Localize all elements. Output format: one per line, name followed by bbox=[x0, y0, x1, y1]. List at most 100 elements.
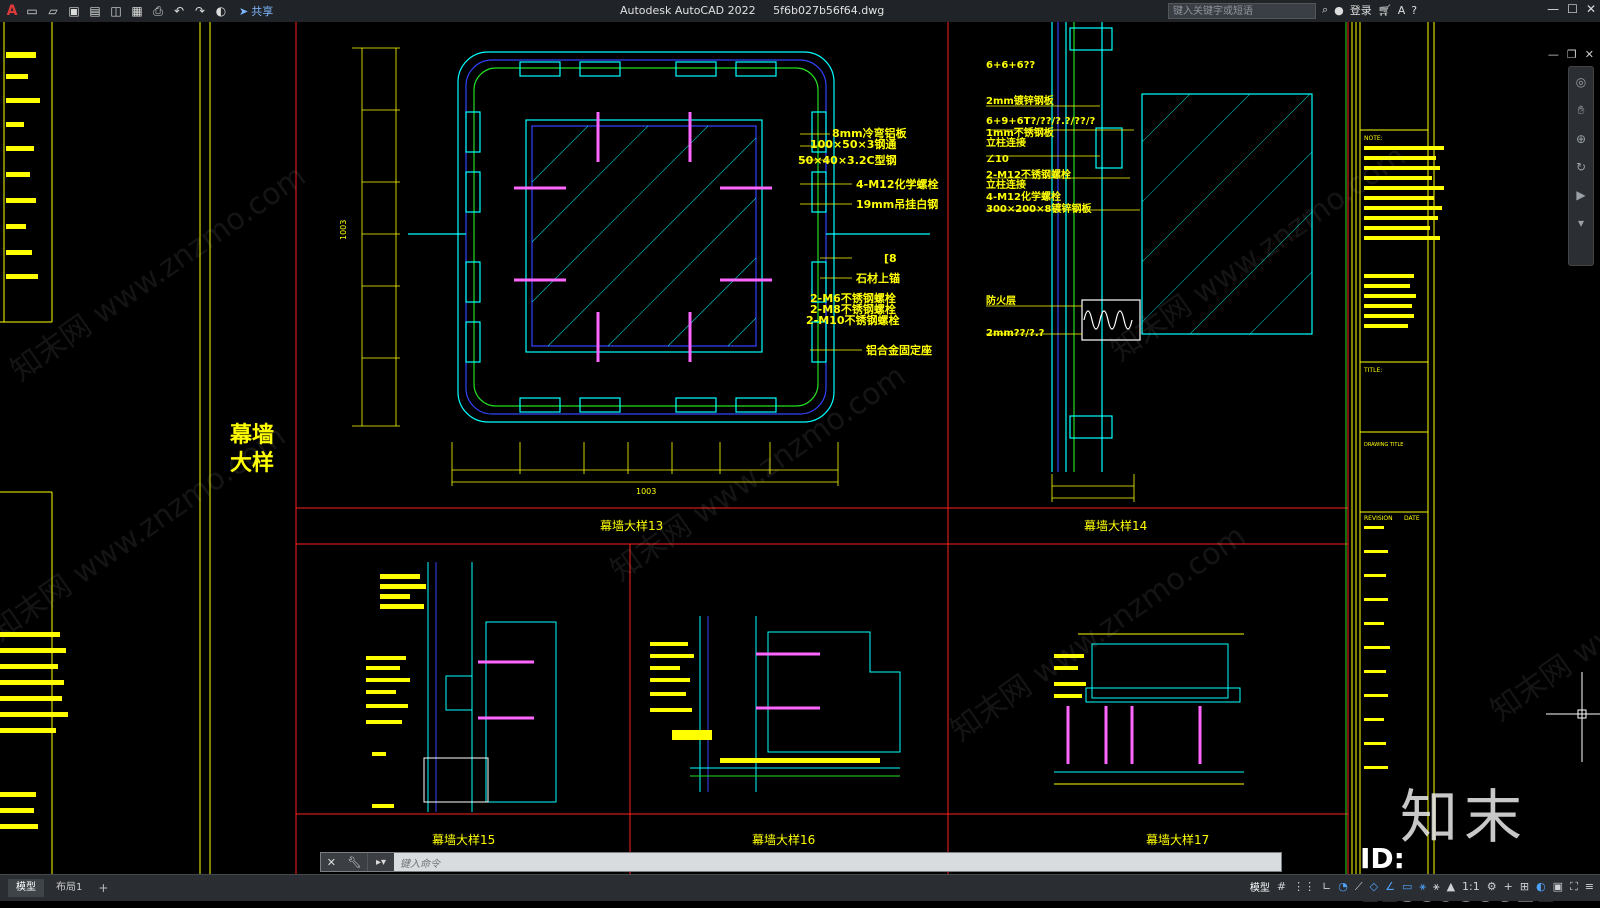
d14-label-1: 2mm镀锌钢板 bbox=[986, 94, 1055, 107]
saveas-icon[interactable]: ▤ bbox=[86, 2, 104, 20]
units-icon[interactable]: ⊞ bbox=[1520, 880, 1529, 893]
d14-label-2: 6+9+6T?/??/?.?/??/? bbox=[986, 116, 1095, 127]
viewport-controls: — ❐ ✕ bbox=[1548, 48, 1594, 61]
share-button[interactable]: ➤ 共享 bbox=[239, 3, 273, 19]
auto-scale-icon[interactable]: ⚹ bbox=[1433, 880, 1440, 894]
open-icon[interactable]: ▱ bbox=[44, 2, 62, 20]
d14-label-9: 300×200×8镀锌钢板 bbox=[986, 202, 1092, 215]
d13-label-1: 100×50×3钢通 bbox=[810, 137, 896, 151]
watermark-text-1: 知末网 www.znzmo.com bbox=[5, 159, 313, 389]
print-icon[interactable]: ⎙ bbox=[149, 2, 167, 20]
window-controls: — ☐ ✕ bbox=[1547, 2, 1596, 16]
redo-icon[interactable]: ↷ bbox=[191, 2, 209, 20]
isolate-icon[interactable]: ◐ bbox=[1536, 880, 1546, 893]
watermark-text-2: 知末网 www.znzmo.com bbox=[0, 419, 292, 649]
command-line[interactable]: ✕ 🔧︎ ▸▾ 键入命令 bbox=[320, 852, 1282, 872]
detail-17-title: 幕墙大样17 bbox=[1146, 832, 1209, 847]
left-strip-text bbox=[0, 52, 68, 829]
scale-value[interactable]: 1:1 bbox=[1462, 880, 1480, 893]
viewport-close-icon[interactable]: ✕ bbox=[1585, 48, 1594, 61]
detail-16-title: 幕墙大样16 bbox=[752, 832, 815, 847]
help-search-input[interactable]: 键入关键字或短语 bbox=[1168, 3, 1316, 19]
hardware-accel-icon[interactable]: ▣ bbox=[1553, 880, 1563, 893]
customize-status-icon[interactable]: ≡ bbox=[1585, 880, 1594, 893]
title-bar: A ▭ ▱ ▣ ▤ ◫ ▦ ⎙ ↶ ↷ ◐ ➤ 共享 Autodesk Auto… bbox=[0, 0, 1600, 23]
tab-layout1[interactable]: 布局1 bbox=[48, 879, 90, 897]
ortho-icon[interactable]: ∟ bbox=[1322, 880, 1331, 893]
close-command-icon[interactable]: ✕ bbox=[327, 856, 336, 869]
detail-14-title: 幕墙大样14 bbox=[1084, 518, 1147, 533]
d14-label-8: 4-M12化学螺栓 bbox=[986, 190, 1061, 203]
annotation-scale-icon[interactable]: ▲ bbox=[1447, 880, 1455, 893]
right-notes-label: NOTE: bbox=[1364, 135, 1383, 142]
grid-icon[interactable]: # bbox=[1277, 880, 1286, 893]
showmotion-icon[interactable]: ▶ bbox=[1576, 188, 1585, 202]
cad-drawing: 幕墙 大样 1003 1003 8mm冷弯铝板 100×50×3钢通 50×40… bbox=[0, 22, 1600, 874]
web-mobile-icon[interactable]: ◫ bbox=[107, 2, 125, 20]
dynamic-ucs-icon[interactable]: ▭ bbox=[1402, 880, 1412, 893]
pan-icon[interactable]: ✋︎ bbox=[1578, 103, 1585, 118]
status-bar: 模型 布局1 + 模型 # ⋮⋮ ∟ ◔ ⟋ ◇ ∠ ▭ ⚹ ⚹ ▲ 1:1 ⚙… bbox=[0, 874, 1600, 901]
watermark-text-6: 知末网 www.znzmo.com bbox=[1485, 499, 1600, 729]
tab-model[interactable]: 模型 bbox=[8, 879, 44, 897]
right-title-label: TITLE: bbox=[1363, 367, 1382, 374]
plot-icon[interactable]: ▦ bbox=[128, 2, 146, 20]
save-icon[interactable]: ▣ bbox=[65, 2, 83, 20]
otrack-icon[interactable]: ∠ bbox=[1385, 880, 1395, 893]
close-icon[interactable]: ✕ bbox=[1586, 2, 1596, 16]
new-icon[interactable]: ▭ bbox=[23, 2, 41, 20]
workspace-gear-icon[interactable]: ⚙ bbox=[1487, 880, 1497, 893]
detail-16-labels bbox=[650, 642, 880, 763]
orbit-icon[interactable]: ↻ bbox=[1576, 160, 1586, 174]
app-name: Autodesk AutoCAD 2022 bbox=[620, 4, 756, 17]
detail-15-section bbox=[423, 562, 557, 812]
help-icon[interactable]: ? bbox=[1411, 4, 1417, 17]
command-input[interactable]: 键入命令 bbox=[394, 855, 440, 870]
layout-tabs: 模型 布局1 + bbox=[8, 879, 112, 897]
d14-label-0: 6+6+6?? bbox=[986, 60, 1035, 71]
user-icon[interactable]: ● bbox=[1334, 4, 1344, 17]
detail-14-labels: 6+6+6?? 2mm镀锌钢板 6+9+6T?/??/?.?/??/? 1mm不… bbox=[986, 60, 1095, 339]
workspace-icon[interactable]: ◐ bbox=[212, 2, 230, 20]
status-tools: 模型 # ⋮⋮ ∟ ◔ ⟋ ◇ ∠ ▭ ⚹ ⚹ ▲ 1:1 ⚙ + ⊞ ◐ ▣ … bbox=[1250, 879, 1594, 895]
snap-icon[interactable]: ⋮⋮ bbox=[1293, 880, 1315, 893]
d14-label-11: 2mm??/?.? bbox=[986, 328, 1045, 339]
search-icon[interactable]: ⌕ bbox=[1322, 3, 1328, 17]
zoom-icon[interactable]: ⊕ bbox=[1576, 132, 1586, 146]
drawing-canvas[interactable]: 幕墙 大样 1003 1003 8mm冷弯铝板 100×50×3钢通 50×40… bbox=[0, 22, 1600, 874]
d13-label-4: 19mm吊挂白钢 bbox=[856, 197, 938, 211]
window-title: Autodesk AutoCAD 2022 5f6b027b56f64.dwg bbox=[620, 4, 898, 17]
command-line-tools: ✕ 🔧︎ bbox=[321, 853, 367, 871]
add-icon[interactable]: + bbox=[1504, 880, 1513, 893]
detail-14-dims bbox=[1051, 474, 1135, 502]
annotation-visibility-icon[interactable]: ⚹ bbox=[1419, 880, 1426, 894]
steering-wheel-icon[interactable]: ◎ bbox=[1576, 75, 1586, 89]
model-space-button[interactable]: 模型 bbox=[1250, 879, 1270, 894]
login-button[interactable]: 登录 bbox=[1350, 2, 1372, 18]
customize-icon[interactable]: 🔧︎ bbox=[347, 856, 361, 869]
detail-15-title: 幕墙大样15 bbox=[432, 832, 495, 847]
recent-commands-icon[interactable]: ▸▾ bbox=[367, 853, 394, 871]
quick-access-toolbar: A ▭ ▱ ▣ ▤ ◫ ▦ ⎙ ↶ ↷ ◐ ➤ 共享 bbox=[4, 2, 274, 20]
autocad-logo-icon[interactable]: A bbox=[4, 2, 20, 20]
undo-icon[interactable]: ↶ bbox=[170, 2, 188, 20]
autodesk-app-icon[interactable]: A bbox=[1398, 4, 1406, 17]
detail-13-total-height: 1003 bbox=[339, 220, 348, 240]
right-date-label: DATE bbox=[1404, 515, 1420, 522]
add-layout-button[interactable]: + bbox=[94, 881, 112, 895]
isodraft-icon[interactable]: ⟋ bbox=[1355, 880, 1363, 894]
maximize-icon[interactable]: ☐ bbox=[1567, 2, 1578, 16]
d14-label-7: 立柱连接 bbox=[986, 178, 1026, 191]
minimize-icon[interactable]: — bbox=[1547, 2, 1559, 16]
cart-icon[interactable]: 🛒︎ bbox=[1378, 4, 1392, 17]
viewport-minimize-icon[interactable]: — bbox=[1548, 48, 1559, 61]
d13-label-5: [8 bbox=[884, 252, 897, 265]
share-label: 共享 bbox=[251, 5, 274, 18]
polar-icon[interactable]: ◔ bbox=[1338, 880, 1348, 893]
navbar-menu-icon[interactable]: ▾ bbox=[1578, 216, 1584, 230]
detail-13-plan bbox=[408, 51, 930, 423]
d14-label-10: 防火层 bbox=[986, 294, 1016, 307]
clean-screen-icon[interactable]: ⛶ bbox=[1570, 880, 1578, 894]
osnap-icon[interactable]: ◇ bbox=[1370, 880, 1378, 893]
viewport-restore-icon[interactable]: ❐ bbox=[1567, 48, 1577, 61]
